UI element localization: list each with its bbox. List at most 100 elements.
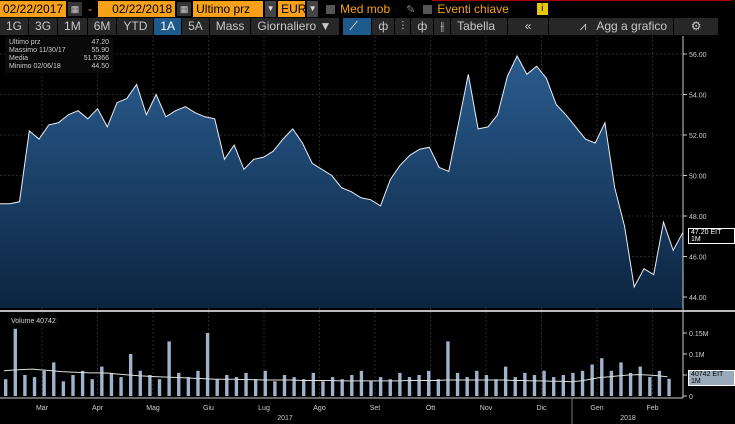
volume-bar (253, 379, 258, 396)
volume-tag: 40742 EIT 1M (688, 370, 735, 386)
add-to-chart-label: Agg a grafico (596, 19, 668, 33)
volume-bar (302, 379, 306, 396)
volume-bar (427, 370, 431, 396)
price-area (0, 56, 683, 308)
period-3g[interactable]: 3G (29, 18, 58, 35)
volume-bar (61, 381, 66, 396)
legend-item: Minimo 02/06/18 44.50 (9, 63, 109, 70)
moving-avg-checkbox[interactable] (326, 4, 336, 14)
volume-bar (32, 377, 37, 396)
volume-bar (407, 377, 412, 396)
date-separator: - (88, 2, 93, 16)
x-month-label: Feb (646, 405, 658, 412)
volume-bar (552, 377, 556, 396)
volume-bar (4, 379, 8, 396)
volume-bar (561, 375, 565, 396)
x-month-label: Set (370, 405, 381, 412)
volume-bar (167, 341, 171, 396)
volume-bar (494, 379, 498, 396)
volume-bar (648, 377, 652, 396)
end-date-input[interactable]: 02/22/2018 (98, 1, 176, 17)
volume-bar (590, 364, 594, 396)
volume-bar (13, 328, 17, 396)
period-1a[interactable]: 1A (154, 18, 182, 35)
info-icon[interactable]: i (536, 3, 548, 15)
period-ytd[interactable]: YTD (117, 18, 154, 35)
frequency-select[interactable]: Giornaliero ▼ (251, 18, 340, 35)
divider (432, 0, 732, 1)
volume-bar (503, 366, 508, 396)
candle-chart-icon[interactable]: ф (411, 18, 434, 35)
volume-bar (177, 372, 181, 396)
volume-bar (446, 341, 450, 396)
y-tick-label: 52.00 (689, 133, 707, 140)
volume-bar (244, 372, 248, 396)
pencil-icon[interactable]: ✎ (406, 3, 415, 16)
add-chart-icon: ⩘ (579, 19, 587, 33)
settings-button[interactable]: ⚙ (674, 18, 719, 35)
volume-bar (600, 358, 604, 396)
volume-bar (398, 372, 402, 396)
volume-bar (52, 362, 56, 396)
table-button[interactable]: Tabella (451, 18, 508, 35)
volume-bar (609, 370, 614, 396)
y-tick-label: 44.00 (689, 295, 707, 302)
volume-bar (369, 381, 373, 396)
x-year-label: 2017 (277, 415, 293, 422)
line-chart-icon[interactable]: ⟋ (343, 18, 372, 35)
moving-avg-label: Med mob (340, 2, 391, 16)
volume-bar (321, 381, 325, 396)
calendar-icon[interactable]: ▦ (68, 2, 83, 16)
volume-bar (205, 333, 210, 396)
volume-bar (340, 379, 344, 396)
volume-bar (263, 370, 267, 396)
collapse-button[interactable]: « (508, 18, 549, 35)
volume-bar (513, 377, 517, 396)
ohlc-chart-icon[interactable]: ф (372, 18, 395, 35)
toolbar-bottom: 1G 3G 1M 6M YTD 1A 5A Mass Giornaliero ▼… (0, 18, 719, 35)
volume-bar (157, 379, 162, 396)
period-1m[interactable]: 1M (58, 18, 87, 35)
y-tick-label: 54.00 (689, 93, 707, 100)
chevron-down-icon[interactable]: ▼ (265, 1, 277, 17)
calendar-icon[interactable]: ▦ (177, 2, 192, 16)
currency-select[interactable]: EUR (278, 1, 306, 17)
volume-bar (292, 377, 296, 396)
start-date-input[interactable]: 02/22/2017 (0, 1, 67, 17)
x-year-label: 2018 (620, 415, 636, 422)
x-month-label: Lug (258, 405, 270, 412)
volume-tick-label: 0 (689, 394, 693, 401)
legend-item: Massimo 11/30/17 55.90 (9, 47, 109, 54)
volume-bar (119, 377, 123, 396)
hilo-chart-icon[interactable]: ⫲ (434, 18, 451, 35)
period-5a[interactable]: 5A (182, 18, 209, 35)
volume-bar (90, 379, 94, 396)
volume-bar (80, 370, 85, 396)
y-tick-label: 50.00 (689, 174, 707, 181)
key-events-checkbox[interactable] (423, 4, 433, 14)
volume-bar (138, 370, 142, 396)
volume-bar (282, 375, 287, 396)
x-month-label: Nov (480, 405, 493, 412)
volume-bar (455, 372, 460, 396)
volume-bar (667, 378, 671, 396)
volume-bar (542, 370, 546, 396)
add-to-chart-button[interactable]: ⩘ Agg a grafico (549, 18, 674, 35)
period-max[interactable]: Mass (209, 18, 251, 35)
volume-bar (388, 379, 392, 396)
volume-bar (100, 366, 104, 396)
volume-bar (657, 370, 662, 396)
bar-chart-icon[interactable]: ⫶ (395, 18, 411, 35)
volume-bar (225, 375, 229, 396)
volume-bar (619, 362, 623, 396)
legend-item: Media 51.5366 (9, 55, 109, 62)
gear-icon: ⚙ (690, 19, 702, 33)
volume-bar (109, 372, 114, 396)
volume-bar (523, 372, 527, 396)
field-select[interactable]: Ultimo prz (193, 1, 264, 17)
period-1g[interactable]: 1G (0, 18, 29, 35)
chevron-down-icon[interactable]: ▼ (307, 1, 319, 17)
period-6m[interactable]: 6M (87, 18, 117, 35)
volume-bar (71, 375, 75, 396)
volume-bar (350, 375, 354, 396)
